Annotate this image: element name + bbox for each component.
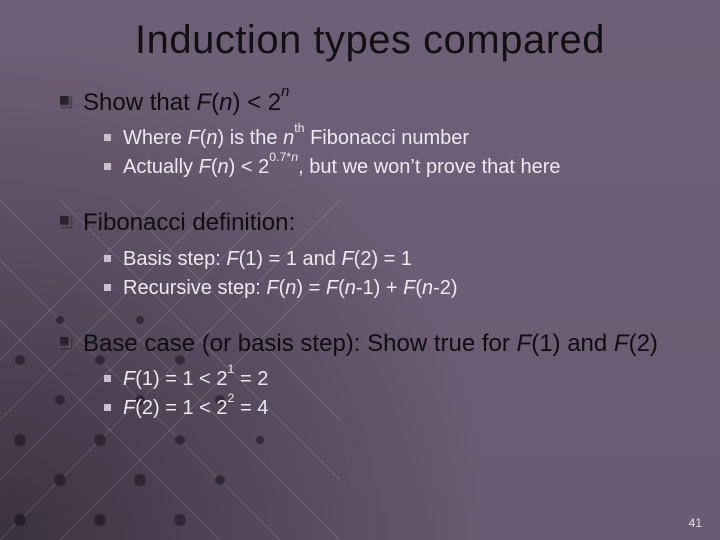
small-square-bullet-icon <box>104 163 111 170</box>
bullet-text: Base case (or basis step): Show true for… <box>83 328 658 360</box>
bullet-text: Actually F(n) < 20.7*n, but we won’t pro… <box>123 154 561 181</box>
bullet-level2: Recursive step: F(n) = F(n-1) + F(n-2) <box>104 275 680 302</box>
bullet-text: Recursive step: F(n) = F(n-1) + F(n-2) <box>123 275 458 302</box>
bullet-level1: Show that F(n) < 2n <box>60 87 680 119</box>
square-bullet-icon <box>60 216 71 227</box>
small-square-bullet-icon <box>104 375 111 382</box>
bullet-level2: Where F(n) is the nth Fibonacci number <box>104 125 680 152</box>
slide-body: Show that F(n) < 2n Where F(n) is the nth… <box>60 87 680 422</box>
page-number: 41 <box>689 516 702 530</box>
bullet-text: Fibonacci definition: <box>83 207 295 239</box>
small-square-bullet-icon <box>104 404 111 411</box>
slide-title: Induction types compared <box>60 18 680 63</box>
small-square-bullet-icon <box>104 134 111 141</box>
bullet-text: F(1) = 1 < 21 = 2 <box>123 366 268 393</box>
bullet-text: Show that F(n) < 2n <box>83 87 289 119</box>
square-bullet-icon <box>60 96 71 107</box>
bullet-level2: Basis step: F(1) = 1 and F(2) = 1 <box>104 246 680 273</box>
small-square-bullet-icon <box>104 284 111 291</box>
bullet-level2: F(1) = 1 < 21 = 2 <box>104 366 680 393</box>
square-bullet-icon <box>60 337 71 348</box>
bullet-level1: Base case (or basis step): Show true for… <box>60 328 680 360</box>
bullet-text: F(2) = 1 < 22 = 4 <box>123 395 268 422</box>
slide: Induction types compared Show that F(n) … <box>0 0 720 540</box>
bullet-text: Where F(n) is the nth Fibonacci number <box>123 125 469 152</box>
small-square-bullet-icon <box>104 255 111 262</box>
bullet-level2: Actually F(n) < 20.7*n, but we won’t pro… <box>104 154 680 181</box>
bullet-text: Basis step: F(1) = 1 and F(2) = 1 <box>123 246 412 273</box>
bullet-level1: Fibonacci definition: <box>60 207 680 239</box>
bullet-level2: F(2) = 1 < 22 = 4 <box>104 395 680 422</box>
